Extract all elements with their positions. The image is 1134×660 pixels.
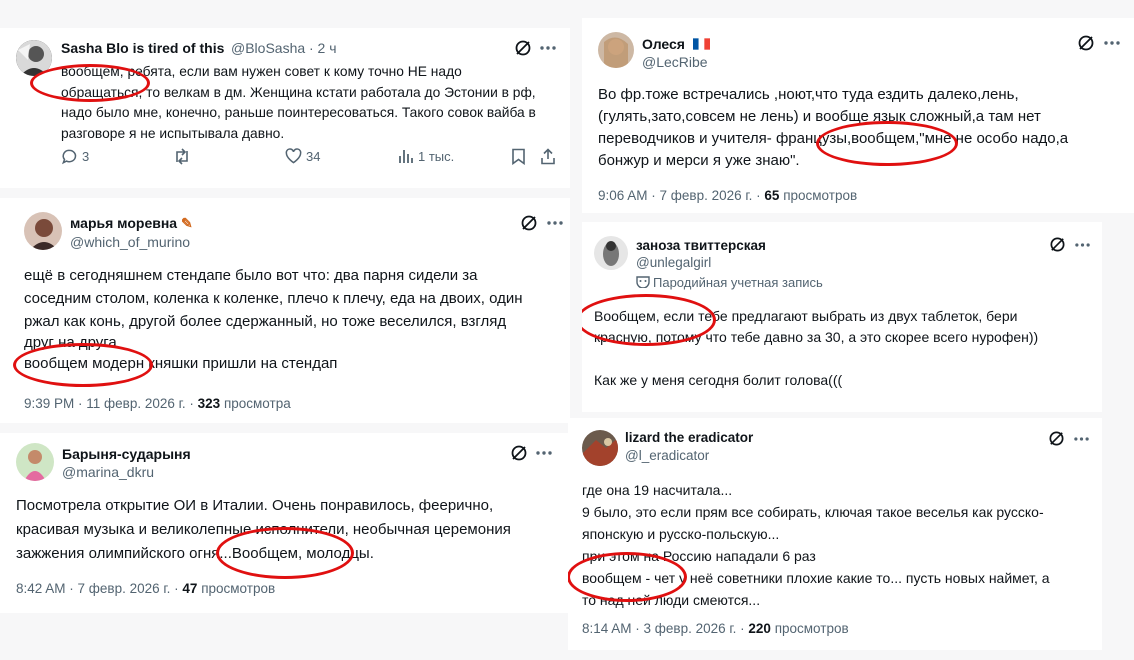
tweet-text: ещё в сегодняшнем стендапе было вот что:… — [24, 264, 564, 375]
more-icon[interactable] — [1074, 436, 1089, 442]
avatar[interactable] — [582, 430, 618, 466]
more-icon[interactable] — [547, 220, 563, 226]
like-count: 34 — [306, 148, 321, 164]
author-handle[interactable]: @marina_dkru — [62, 464, 154, 480]
grok-icon[interactable] — [1048, 430, 1065, 447]
tweet-text: вообщем, ребята, если вам нужен совет к … — [61, 62, 561, 145]
reply-icon — [61, 149, 77, 165]
text-line: 9 было, это если прям все собирать, ключ… — [582, 504, 1044, 520]
author-name[interactable]: марья моревна ✎ — [70, 215, 193, 232]
author-name[interactable]: Олеся — [642, 36, 710, 52]
text-line: Посмотрела открытие ОИ в Италии. Очень п… — [16, 497, 494, 514]
retweet-icon — [176, 148, 188, 165]
text-line: зажжения олимпийского огня...Вообщем, мо… — [16, 545, 374, 562]
text-line: красную, потому что тебе давно за 30, а … — [594, 329, 1039, 345]
tweet-meta[interactable]: 8:14 AM · 3 февр. 2026 г. · 220 просмотр… — [582, 621, 849, 636]
grok-icon[interactable] — [1049, 236, 1066, 253]
tweet-text: где она 19 насчитала... 9 было, это если… — [582, 479, 1097, 611]
text-line: ржал как конь, другой более сдержанный, … — [24, 313, 507, 330]
text-line: бонжур и мерси я уже знаю". — [598, 152, 800, 169]
views-icon — [399, 150, 413, 163]
views-count: 220 — [748, 621, 771, 636]
text-line: красивая музыка и великолепные исполните… — [16, 521, 511, 538]
author-handle[interactable]: @unlegalgirl — [636, 255, 711, 270]
tweet-card[interactable]: Sasha Blo is tired of this @BloSasha · 2… — [0, 28, 570, 188]
author-name[interactable]: заноза твиттерская — [636, 238, 766, 253]
grok-icon[interactable] — [510, 444, 528, 462]
tweet-text: Вообщем, если тебе предлагают выбрать из… — [594, 306, 1094, 391]
text-line: ещё в сегодняшнем стендапе было вот что:… — [24, 267, 478, 284]
author-name[interactable]: lizard the eradicator — [625, 430, 753, 445]
text-line: вообщем, ребята, если вам нужен совет к … — [61, 64, 462, 79]
text-line: японскую и русско-польскую... — [582, 526, 780, 542]
text-line: друг на друга — [24, 334, 117, 351]
text-line: вообщем модерн княшки пришли на стендап — [24, 355, 338, 372]
text-line: переводчиков и учителя- французы,вообщем… — [598, 130, 1069, 147]
avatar[interactable] — [16, 40, 52, 76]
grok-icon[interactable] — [514, 39, 532, 57]
tweet-meta[interactable]: 9:39 PM · 11 февр. 2026 г. · 323 просмот… — [24, 396, 291, 411]
parody-label: Пародийная учетная запись — [636, 275, 823, 290]
tweet-meta[interactable]: 9:06 AM · 7 февр. 2026 г. · 65 просмотро… — [598, 188, 857, 203]
avatar[interactable] — [16, 443, 54, 481]
text-line: разговоре я не испытывала давно. — [61, 126, 285, 142]
tweet-text: Посмотрела открытие ОИ в Италии. Очень п… — [16, 494, 561, 566]
grok-icon[interactable] — [520, 214, 538, 232]
tweet-card[interactable]: Олеся @LecRibe Во фр.тоже встречались ,н… — [582, 18, 1134, 213]
reply-button[interactable]: 3 — [61, 148, 89, 165]
post-time[interactable]: · 2 ч — [309, 40, 337, 56]
views-count: 65 — [764, 188, 780, 203]
text-line: Вообщем, если тебе предлагают выбрать из… — [594, 308, 1018, 324]
tweet-card[interactable]: Барыня-сударыня @marina_dkru Посмотрела … — [0, 433, 570, 613]
views-count: 1 тыс. — [418, 148, 455, 164]
text-line: при этом на Россию нападали 6 раз — [582, 548, 816, 564]
text-line: соседним столом, коленка к коленке, плеч… — [24, 290, 523, 307]
text-line: Во фр.тоже встречались ,ноют,что туда ез… — [598, 86, 1019, 103]
views-count: 47 — [182, 581, 198, 596]
text-line: надо было мне, конечно, раньше поинтерес… — [61, 105, 536, 121]
share-icon[interactable] — [540, 148, 556, 165]
tweet-text: Во фр.тоже встречались ,ноют,что туда ез… — [598, 84, 1128, 172]
paint-brush-emoji-icon: ✎ — [180, 215, 193, 231]
like-button[interactable]: 34 — [285, 148, 320, 164]
text-line: то над ней люди смеются... — [582, 592, 761, 608]
more-icon[interactable] — [540, 45, 556, 51]
author-name[interactable]: Sasha Blo is tired of this — [61, 40, 224, 56]
text-line: где она 19 насчитала... — [582, 482, 733, 498]
avatar[interactable] — [594, 236, 628, 270]
france-flag-icon — [692, 38, 710, 50]
retweet-button[interactable] — [173, 148, 191, 165]
tweet-meta[interactable]: 8:42 AM · 7 февр. 2026 г. · 47 просмотро… — [16, 581, 275, 596]
author-handle[interactable]: @LecRibe — [642, 54, 708, 70]
views-count: 323 — [197, 396, 221, 411]
author-handle[interactable]: @which_of_murino — [70, 234, 190, 250]
more-icon[interactable] — [1075, 242, 1090, 248]
text-line: (гулять,зато,совсем не лень) и вообще яз… — [598, 108, 1041, 125]
author-handle[interactable]: @BloSasha — [231, 40, 305, 56]
text-line: обращаться, то велкам в дм. Женщина кста… — [61, 84, 536, 100]
tweet-card[interactable]: марья моревна ✎ @which_of_murino ещё в с… — [0, 198, 570, 423]
text-line: вообщем - чет у неё советники плохие как… — [582, 570, 1050, 586]
tweet-card[interactable]: заноза твиттерская @unlegalgirl Пародийн… — [582, 222, 1102, 412]
author-name[interactable]: Барыня-сударыня — [62, 446, 191, 462]
text-line — [594, 348, 1094, 370]
bookmark-icon[interactable] — [511, 148, 526, 165]
reply-count: 3 — [82, 149, 90, 164]
avatar[interactable] — [24, 212, 62, 250]
more-icon[interactable] — [536, 450, 552, 456]
views-button[interactable]: 1 тыс. — [398, 148, 454, 164]
avatar[interactable] — [598, 32, 634, 68]
grok-icon[interactable] — [1077, 34, 1095, 52]
parody-mask-icon — [636, 276, 650, 289]
like-icon — [285, 148, 302, 164]
author-handle[interactable]: @l_eradicator — [625, 448, 709, 463]
tweet-card[interactable]: lizard the eradicator @l_eradicator где … — [568, 418, 1102, 650]
more-icon[interactable] — [1104, 40, 1120, 46]
text-line: Как же у меня сегодня болит голова((( — [594, 372, 843, 388]
